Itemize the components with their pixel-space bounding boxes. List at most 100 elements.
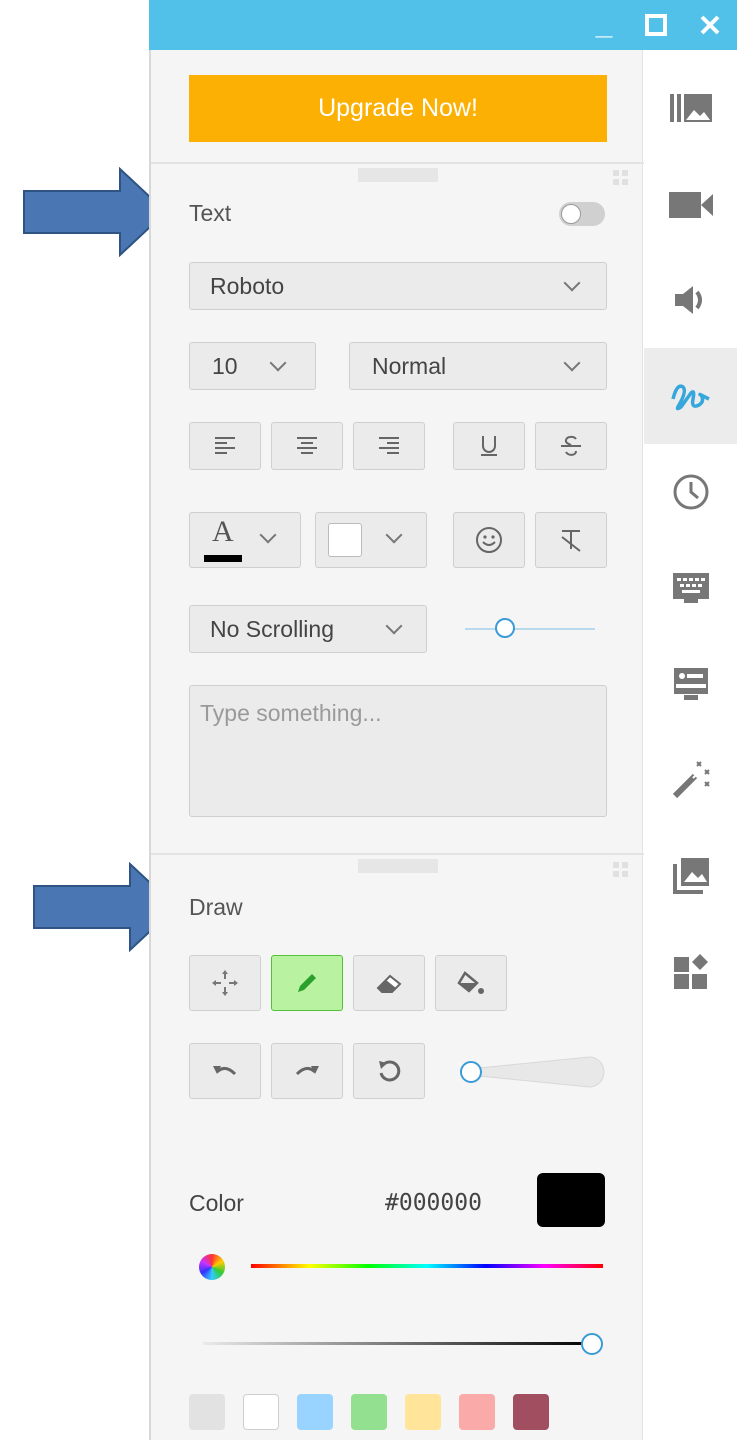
preset-color-swatch[interactable] <box>351 1394 387 1430</box>
font-family-select[interactable]: Roboto <box>189 262 607 310</box>
app-window: _ Upgrade Now! Text Roboto 10 Normal A N… <box>0 0 737 1440</box>
redo-icon <box>295 1066 319 1076</box>
brush-size-slider[interactable] <box>457 1055 607 1089</box>
undo-icon <box>213 1066 237 1076</box>
close-button[interactable] <box>695 8 725 42</box>
presentation-icon <box>673 668 708 700</box>
text-toggle[interactable] <box>559 202 605 226</box>
sidebar-item-draw[interactable] <box>644 348 737 444</box>
preset-color-swatch[interactable] <box>405 1394 441 1430</box>
widgets-icon <box>673 954 708 989</box>
maximize-button[interactable] <box>641 8 671 42</box>
text-input-area[interactable]: Type something... <box>189 685 607 817</box>
color-hex-value[interactable]: #000000 <box>385 1190 482 1216</box>
scrolling-select[interactable]: No Scrolling <box>189 605 427 653</box>
underline-button[interactable] <box>453 422 525 470</box>
font-weight-value: Normal <box>372 353 447 379</box>
align-right-button[interactable] <box>353 422 425 470</box>
gallery-icon <box>672 858 709 894</box>
move-icon <box>212 970 238 996</box>
strikethrough-icon <box>561 435 581 456</box>
drag-handle[interactable] <box>358 859 438 873</box>
sidebar-item-widgets[interactable] <box>644 924 737 1020</box>
keyboard-display-icon <box>672 573 709 603</box>
preset-color-swatch[interactable] <box>189 1394 225 1430</box>
clear-format-icon <box>561 530 581 552</box>
minimize-button[interactable]: _ <box>589 8 619 42</box>
sidebar-item-presentation[interactable] <box>644 636 737 732</box>
chevron-down-icon <box>563 354 581 372</box>
align-center-icon <box>297 437 317 454</box>
color-label: Color <box>189 1190 244 1216</box>
chevron-down-icon <box>385 617 403 635</box>
scroll-speed-knob[interactable] <box>495 618 515 638</box>
font-size-value: 10 <box>212 353 238 379</box>
section-divider <box>151 162 644 164</box>
sidebar-item-audio[interactable] <box>644 252 737 348</box>
properties-panel: Upgrade Now! Text Roboto 10 Normal A No … <box>149 50 644 1440</box>
preset-color-swatch[interactable] <box>297 1394 333 1430</box>
color-wheel-icon[interactable] <box>199 1254 225 1280</box>
align-left-icon <box>215 437 235 454</box>
drag-handle[interactable] <box>358 168 438 182</box>
maximize-icon <box>645 14 667 36</box>
upgrade-button[interactable]: Upgrade Now! <box>189 75 607 142</box>
preset-color-swatch[interactable] <box>243 1394 279 1430</box>
toggle-knob <box>561 204 581 224</box>
camera-icon <box>668 192 713 218</box>
preset-color-swatch[interactable] <box>459 1394 495 1430</box>
align-center-button[interactable] <box>271 422 343 470</box>
clear-format-button[interactable] <box>535 512 607 568</box>
hue-slider[interactable] <box>251 1264 603 1268</box>
sidebar-item-camera[interactable] <box>644 156 737 252</box>
opacity-slider[interactable] <box>203 1342 591 1345</box>
font-family-value: Roboto <box>210 273 285 299</box>
move-tool-button[interactable] <box>189 955 261 1011</box>
grip-dots-icon <box>613 862 629 878</box>
annotation-arrow-text <box>23 167 168 257</box>
paint-bucket-icon <box>457 971 484 994</box>
section-divider <box>151 853 644 855</box>
chevron-down-icon <box>563 274 581 292</box>
clock-icon <box>673 474 708 510</box>
background-color-select[interactable] <box>315 512 427 568</box>
align-left-button[interactable] <box>189 422 261 470</box>
font-color-bar <box>204 555 242 562</box>
scroll-speed-track[interactable] <box>465 628 595 630</box>
grip-dots-icon <box>613 170 629 186</box>
preset-color-swatch[interactable] <box>513 1394 549 1430</box>
font-weight-select[interactable]: Normal <box>349 342 607 390</box>
pencil-icon <box>298 974 316 992</box>
emoji-button[interactable] <box>453 512 525 568</box>
redo-button[interactable] <box>271 1043 343 1099</box>
fill-tool-button[interactable] <box>435 955 507 1011</box>
media-library-icon <box>669 94 712 122</box>
chevron-down-icon <box>385 526 403 544</box>
reset-icon <box>379 1060 401 1082</box>
current-color-swatch[interactable] <box>537 1173 605 1227</box>
magic-wand-icon <box>672 761 710 799</box>
scrolling-value: No Scrolling <box>210 616 334 642</box>
title-bar: _ <box>149 0 737 50</box>
opacity-slider-knob[interactable] <box>581 1333 603 1355</box>
reset-button[interactable] <box>353 1043 425 1099</box>
strikethrough-button[interactable] <box>535 422 607 470</box>
chevron-down-icon <box>269 354 287 372</box>
pen-tool-button[interactable] <box>271 955 343 1011</box>
eraser-tool-button[interactable] <box>353 955 425 1011</box>
draw-squiggle-icon <box>670 384 710 411</box>
sidebar-item-gallery[interactable] <box>644 828 737 924</box>
sidebar-item-clock[interactable] <box>644 444 737 540</box>
align-right-icon <box>379 437 399 454</box>
font-color-select[interactable]: A <box>189 512 301 568</box>
draw-section-title: Draw <box>189 894 243 920</box>
sidebar-item-keyboard[interactable] <box>644 540 737 636</box>
font-color-glyph: A <box>212 515 234 548</box>
sidebar-item-media-library[interactable] <box>644 60 737 156</box>
speaker-icon <box>674 286 702 314</box>
undo-button[interactable] <box>189 1043 261 1099</box>
close-icon <box>700 15 720 35</box>
eraser-icon <box>376 974 402 993</box>
font-size-select[interactable]: 10 <box>189 342 316 390</box>
sidebar-item-effects[interactable] <box>644 732 737 828</box>
